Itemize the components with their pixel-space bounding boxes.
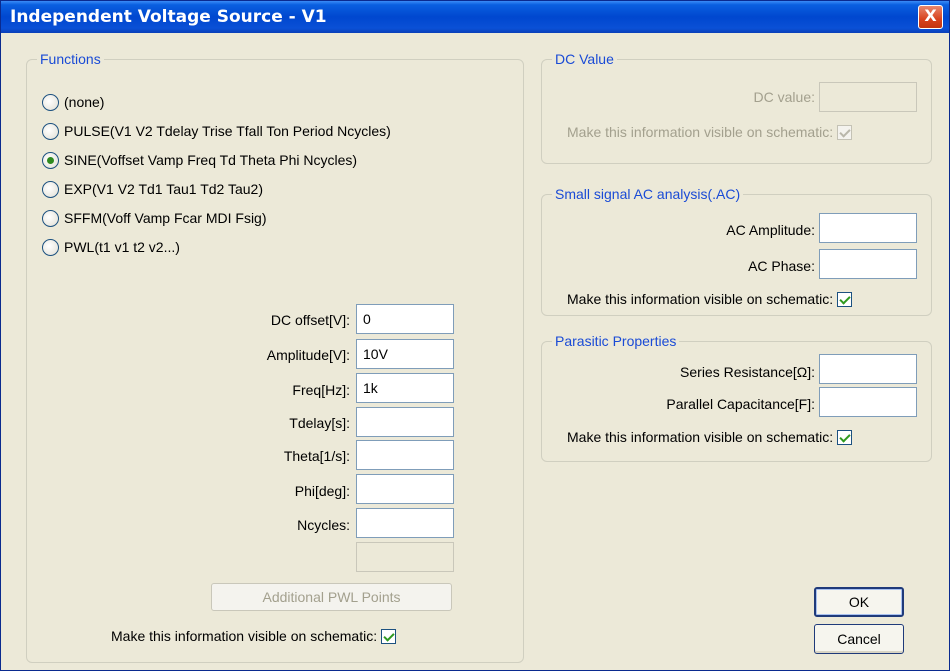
ac-visible-label: Make this information visible on schemat… bbox=[567, 291, 834, 307]
parallel-capacitance-field[interactable] bbox=[819, 387, 917, 417]
series-resistance-field[interactable] bbox=[819, 354, 917, 384]
parasitic-visible-label: Make this information visible on schemat… bbox=[567, 429, 834, 445]
dc-visible-checkbox bbox=[837, 124, 853, 140]
parallel-capacitance-label: Parallel Capacitance[F]: bbox=[666, 396, 815, 412]
radio-label: (none) bbox=[64, 94, 105, 110]
phi-label: Phi[deg]: bbox=[294, 483, 350, 499]
cancel-button[interactable]: Cancel bbox=[814, 624, 904, 654]
series-resistance-label: Series Resistance[Ω]: bbox=[680, 364, 815, 380]
radio-none[interactable]: (none) bbox=[42, 92, 104, 112]
functions-visible-label: Make this information visible on schemat… bbox=[111, 628, 378, 644]
ac-visible-checkbox[interactable] bbox=[837, 291, 853, 307]
freq-label: Freq[Hz]: bbox=[292, 382, 350, 398]
radio-label: PULSE(V1 V2 Tdelay Trise Tfall Ton Perio… bbox=[64, 123, 391, 139]
radio-sine[interactable]: SINE(Voffset Vamp Freq Td Theta Phi Ncyc… bbox=[42, 150, 357, 170]
dc-offset-field[interactable]: 0 bbox=[356, 304, 454, 334]
theta-field[interactable] bbox=[356, 440, 454, 470]
radio-label: PWL(t1 v1 t2 v2...) bbox=[64, 239, 180, 255]
ncycles-label: Ncycles: bbox=[297, 517, 350, 533]
tdelay-label: Tdelay[s]: bbox=[289, 415, 350, 431]
theta-label: Theta[1/s]: bbox=[283, 448, 350, 464]
radio-exp[interactable]: EXP(V1 V2 Td1 Tau1 Td2 Tau2) bbox=[42, 179, 263, 199]
radio-button[interactable] bbox=[42, 151, 59, 169]
radio-label: EXP(V1 V2 Td1 Tau1 Td2 Tau2) bbox=[64, 181, 263, 197]
radio-button[interactable] bbox=[42, 122, 59, 140]
functions-legend: Functions bbox=[37, 50, 104, 68]
functions-visible-row[interactable]: Make this information visible on schemat… bbox=[111, 626, 397, 646]
amplitude-field[interactable]: 10V bbox=[356, 339, 454, 369]
radio-sffm[interactable]: SFFM(Voff Vamp Fcar MDI Fsig) bbox=[42, 208, 267, 228]
phi-field[interactable] bbox=[356, 474, 454, 504]
dc-offset-label: DC offset[V]: bbox=[270, 312, 350, 328]
close-icon: X bbox=[924, 6, 937, 25]
radio-button[interactable] bbox=[42, 238, 59, 256]
ok-button[interactable]: OK bbox=[814, 587, 904, 617]
ncycles-field[interactable] bbox=[356, 508, 454, 538]
ac-phase-field[interactable] bbox=[819, 249, 917, 279]
functions-group: Functions (none) PULSE(V1 V2 Tdelay Tris… bbox=[26, 50, 524, 663]
radio-label: SINE(Voffset Vamp Freq Td Theta Phi Ncyc… bbox=[64, 152, 358, 168]
radio-pulse[interactable]: PULSE(V1 V2 Tdelay Trise Tfall Ton Perio… bbox=[42, 121, 391, 141]
dc-visible-label: Make this information visible on schemat… bbox=[567, 124, 834, 140]
radio-label: SFFM(Voff Vamp Fcar MDI Fsig) bbox=[64, 210, 267, 226]
freq-field[interactable]: 1k bbox=[356, 373, 454, 403]
functions-visible-checkbox[interactable] bbox=[381, 628, 397, 644]
radio-pwl[interactable]: PWL(t1 v1 t2 v2...) bbox=[42, 237, 180, 257]
parasitic-visible-row[interactable]: Make this information visible on schemat… bbox=[567, 427, 853, 447]
close-button[interactable]: X bbox=[918, 5, 943, 29]
parasitic-legend: Parasitic Properties bbox=[552, 332, 680, 350]
dc-value-legend: DC Value bbox=[552, 50, 617, 68]
ac-analysis-group: Small signal AC analysis(.AC) AC Amplitu… bbox=[541, 185, 932, 316]
ac-legend: Small signal AC analysis(.AC) bbox=[552, 185, 744, 203]
dc-visible-row: Make this information visible on schemat… bbox=[567, 122, 853, 142]
additional-pwl-points-button: Additional PWL Points bbox=[211, 583, 452, 611]
ac-amplitude-label: AC Amplitude: bbox=[726, 222, 815, 238]
ac-phase-label: AC Phase: bbox=[748, 258, 815, 274]
extra-field bbox=[356, 542, 454, 572]
radio-button[interactable] bbox=[42, 93, 59, 111]
dc-value-label: DC value: bbox=[753, 89, 815, 105]
window-title: Independent Voltage Source - V1 bbox=[10, 7, 327, 27]
dialog-window: Independent Voltage Source - V1 X Functi… bbox=[0, 0, 950, 671]
radio-button[interactable] bbox=[42, 180, 59, 198]
tdelay-field[interactable] bbox=[356, 407, 454, 437]
parasitic-visible-checkbox[interactable] bbox=[837, 429, 853, 445]
radio-button[interactable] bbox=[42, 209, 59, 227]
parasitic-group: Parasitic Properties Series Resistance[Ω… bbox=[541, 332, 932, 462]
ac-amplitude-field[interactable] bbox=[819, 213, 917, 243]
dc-value-field bbox=[819, 82, 917, 112]
title-bar[interactable]: Independent Voltage Source - V1 X bbox=[1, 1, 949, 33]
amplitude-label: Amplitude[V]: bbox=[266, 347, 350, 363]
ac-visible-row[interactable]: Make this information visible on schemat… bbox=[567, 289, 853, 309]
dc-value-group: DC Value DC value: Make this information… bbox=[541, 50, 932, 164]
